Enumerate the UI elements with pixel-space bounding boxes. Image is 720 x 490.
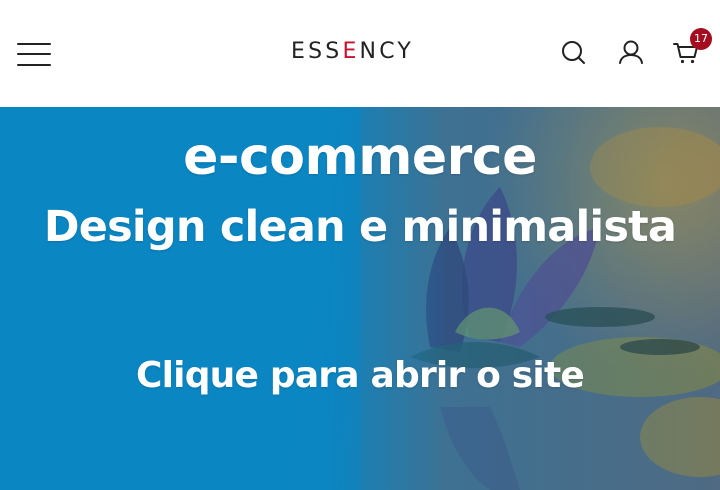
open-site-link[interactable]: Clique para abrir o site [0, 353, 720, 399]
search-icon[interactable] [559, 38, 587, 66]
site-logo[interactable]: ESSENCY [291, 38, 414, 66]
cart-count-badge: 17 [690, 28, 712, 50]
user-account-icon[interactable] [617, 38, 645, 66]
logo-text-end: NCY [359, 39, 415, 64]
menu-line [17, 53, 51, 55]
hero-subtitle: Design clean e minimalista [43, 202, 677, 252]
hero-title: e-commerce [183, 127, 537, 187]
hero-banner[interactable]: e-commerce Design clean e minimalista Cl… [0, 107, 720, 490]
menu-line [17, 64, 51, 66]
menu-line [17, 43, 51, 45]
site-header: ESSENCY 17 [0, 0, 720, 107]
logo-text-accent: E [342, 39, 360, 64]
hamburger-menu-icon[interactable] [17, 41, 51, 67]
logo-text-start: ESS [291, 39, 343, 64]
